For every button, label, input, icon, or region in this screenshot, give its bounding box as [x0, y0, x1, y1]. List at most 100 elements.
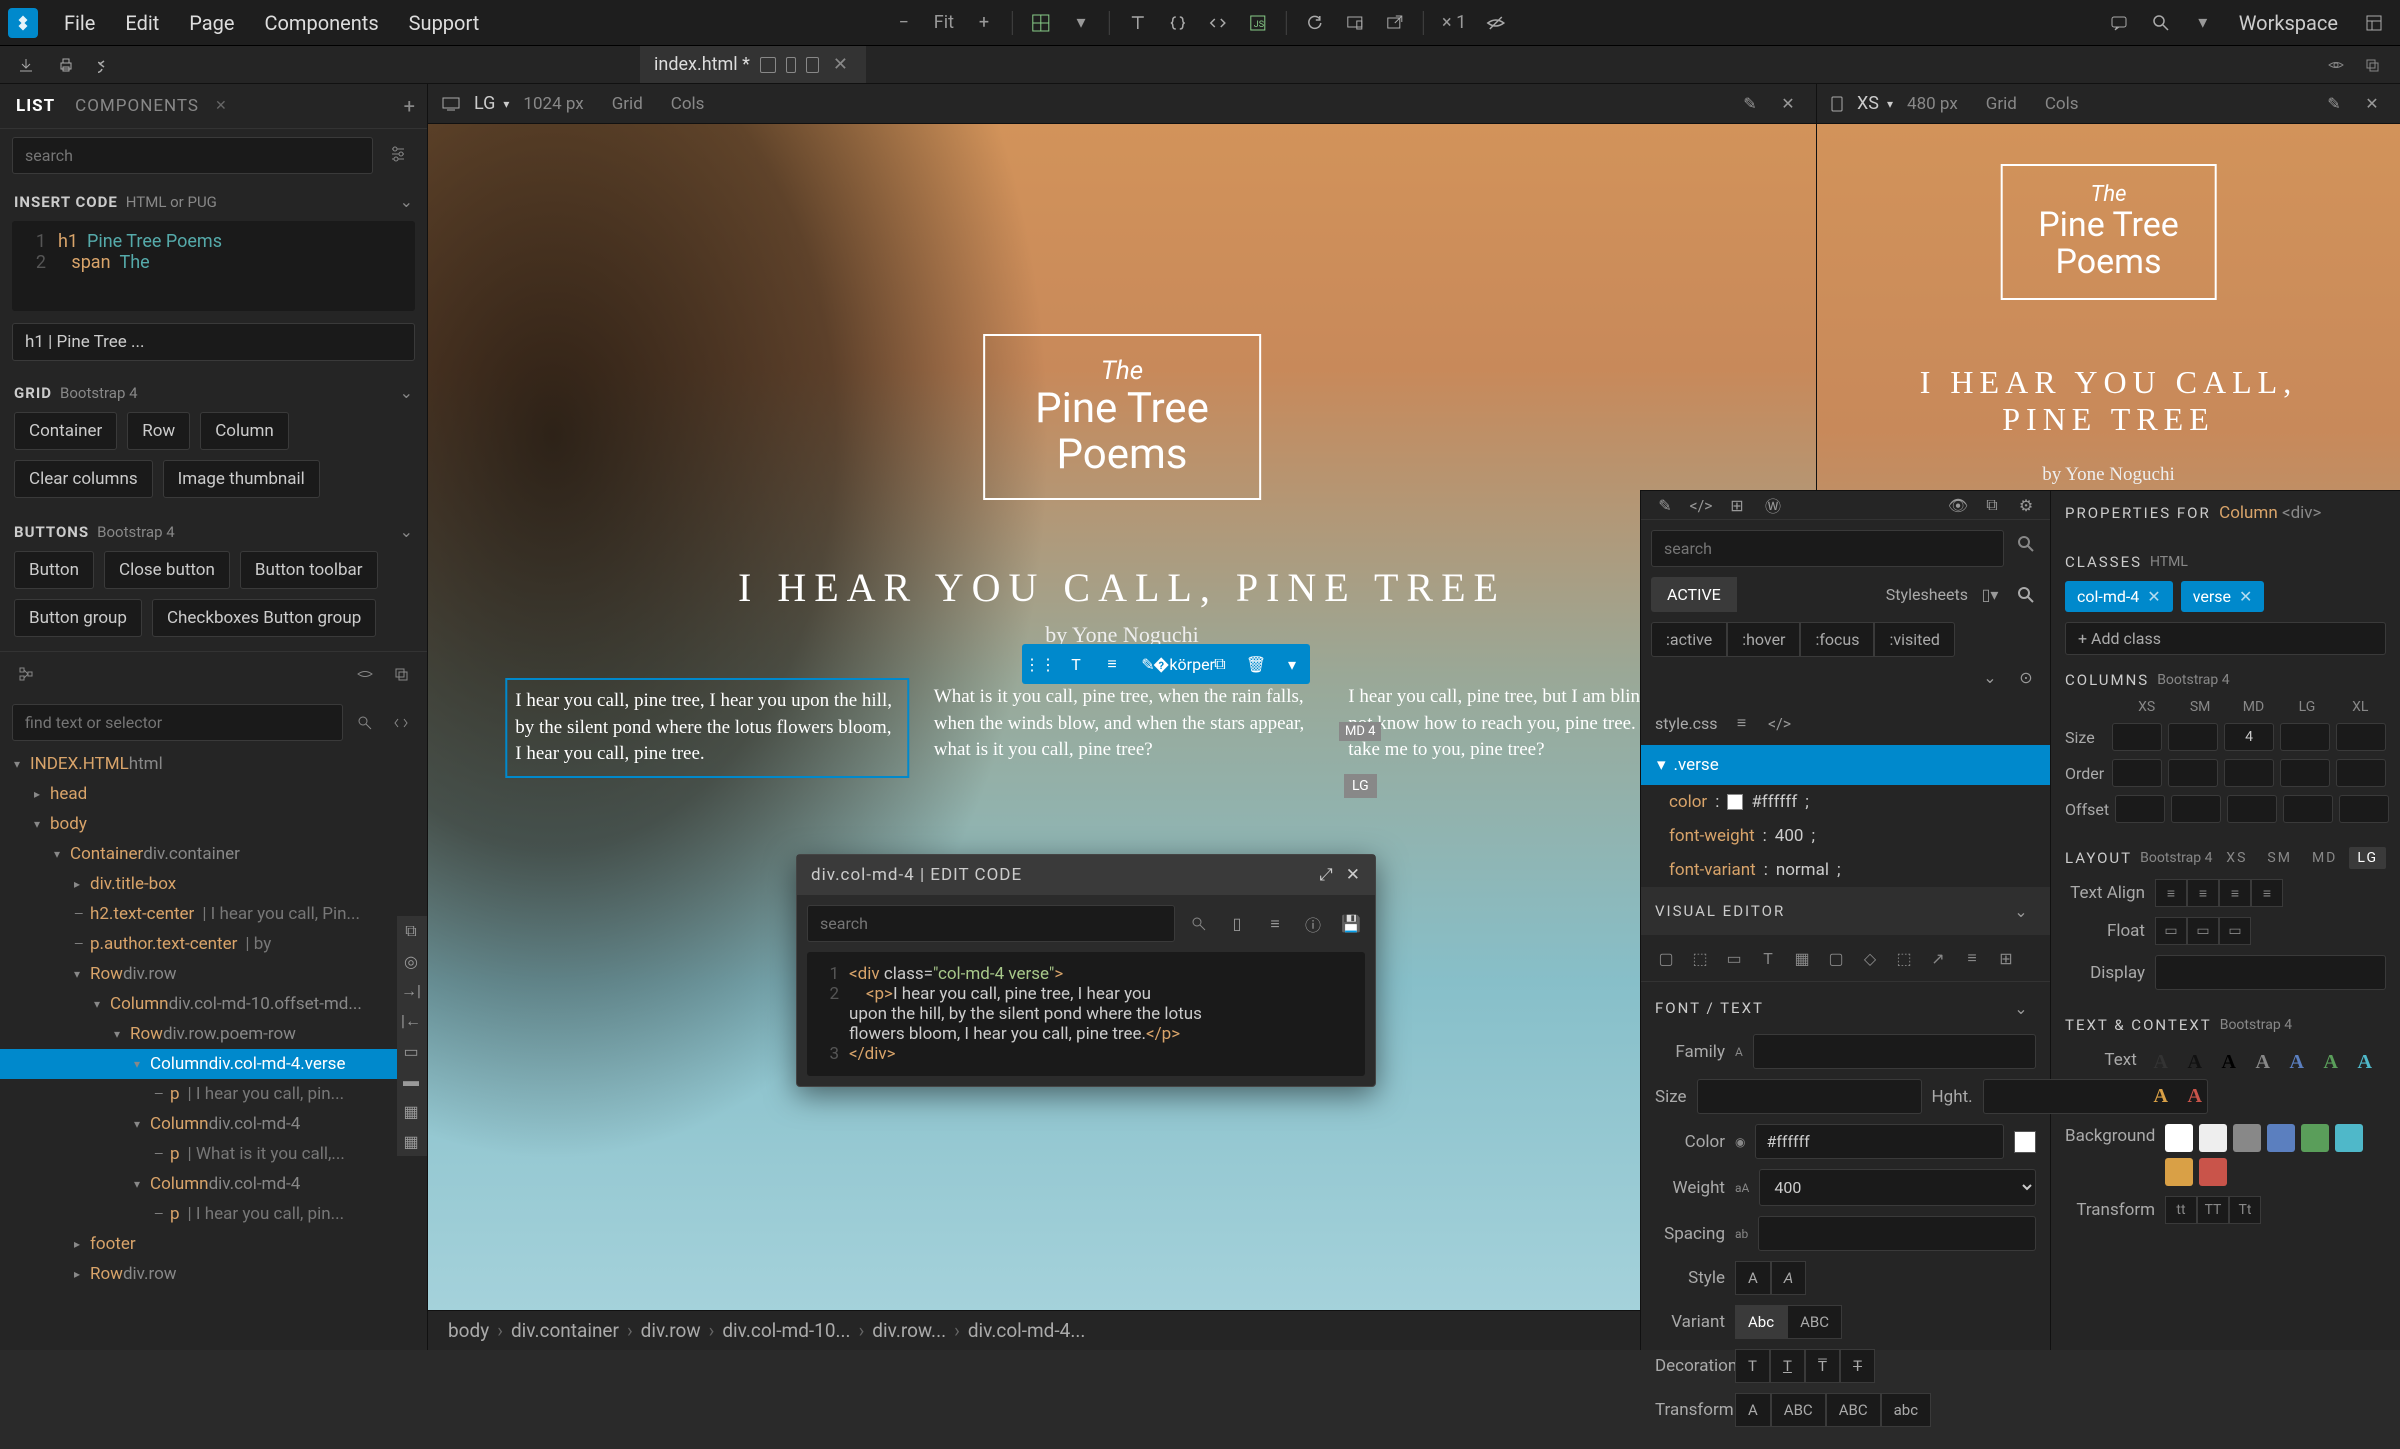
- columns-icon[interactable]: ▭: [397, 1036, 425, 1066]
- text-color-swatch[interactable]: A: [2181, 1048, 2209, 1076]
- text-color-swatch[interactable]: A: [2181, 1082, 2209, 1110]
- button-chip[interactable]: Close button: [104, 551, 230, 589]
- grid-dropdown[interactable]: ▾: [1063, 5, 1099, 41]
- menu-icon[interactable]: ≡: [1728, 709, 1756, 737]
- grid-size-input[interactable]: [2224, 723, 2274, 751]
- breadcrumb[interactable]: body: [448, 1319, 489, 1342]
- breadcrumb[interactable]: div.row...: [872, 1319, 946, 1342]
- tree-item[interactable]: ▾Column div.col-md-4.verse: [0, 1049, 427, 1079]
- code-icon[interactable]: [387, 709, 415, 737]
- code-tool-button[interactable]: [1200, 5, 1236, 41]
- float-none-button[interactable]: ▭: [2187, 917, 2219, 945]
- stylesheets-label[interactable]: Stylesheets: [1886, 585, 1968, 604]
- expand-icon[interactable]: ⤢: [1319, 865, 1334, 885]
- remove-class-icon[interactable]: ✕: [2239, 587, 2252, 606]
- tree-item[interactable]: —p.author.text-center | by: [0, 929, 427, 959]
- class-chip[interactable]: verse ✕: [2181, 581, 2265, 612]
- bg-color-swatch[interactable]: [2233, 1124, 2261, 1152]
- drag-handle-icon[interactable]: ⋮⋮: [1022, 644, 1058, 684]
- grid-toggle[interactable]: Grid: [612, 94, 643, 114]
- css-property[interactable]: font-weight: 400;: [1641, 819, 2050, 853]
- tree-item[interactable]: ▾Column div.col-md-4: [0, 1109, 427, 1139]
- ve-shadow-icon[interactable]: ▢: [1821, 943, 1851, 973]
- zoom-fit-button[interactable]: Fit: [926, 12, 962, 33]
- bookmark-icon[interactable]: ▯: [1223, 910, 1251, 938]
- tree-item[interactable]: —p | I hear you call, pin...: [0, 1199, 427, 1229]
- decoration-strike-button[interactable]: T: [1840, 1349, 1875, 1383]
- viewport-lg-label[interactable]: LG: [474, 93, 495, 114]
- text-color-swatch[interactable]: A: [2283, 1048, 2311, 1076]
- code-icon[interactable]: </>: [1766, 709, 1794, 737]
- close-viewport-icon[interactable]: ✕: [1774, 90, 1802, 118]
- close-viewport-icon[interactable]: ✕: [2358, 90, 2386, 118]
- row-icon[interactable]: ▬: [397, 1066, 425, 1096]
- grid-2-icon[interactable]: ▦: [397, 1096, 425, 1126]
- css-rule[interactable]: ▾ .verse: [1641, 745, 2050, 785]
- tree-item[interactable]: ▸div.title-box: [0, 869, 427, 899]
- layout-bp-tab[interactable]: LG: [2349, 847, 2386, 869]
- breadcrumb[interactable]: div.col-md-10...: [722, 1319, 850, 1342]
- brush-icon[interactable]: ✎: [2320, 90, 2348, 118]
- device-button[interactable]: [1337, 5, 1373, 41]
- variant-smallcaps-button[interactable]: ABC: [1787, 1305, 1842, 1339]
- grid-size-input[interactable]: [2336, 723, 2386, 751]
- tab-components[interactable]: COMPONENTS: [71, 90, 203, 122]
- align-center-button[interactable]: ≡: [2187, 879, 2219, 907]
- active-state-button[interactable]: ACTIVE: [1651, 577, 1737, 612]
- tab-components-close-icon[interactable]: ✕: [215, 98, 227, 114]
- search-icon[interactable]: [1185, 910, 1213, 938]
- style-normal-button[interactable]: A: [1735, 1261, 1771, 1295]
- zoom-in-button[interactable]: +: [966, 5, 1002, 41]
- eye-icon[interactable]: 👁: [1944, 491, 1972, 519]
- decoration-overline-button[interactable]: T̅: [1805, 1349, 1840, 1383]
- js-tool-button[interactable]: JS: [1240, 5, 1276, 41]
- grid-size-input[interactable]: [2168, 759, 2218, 787]
- css-property[interactable]: font-variant: normal;: [1641, 853, 2050, 887]
- pseudo-chip[interactable]: :hover: [1727, 622, 1800, 657]
- verse-1[interactable]: I hear you call, pine tree, I hear you u…: [511, 684, 903, 772]
- grid-size-input[interactable]: [2115, 795, 2165, 823]
- text-color-swatch[interactable]: A: [2215, 1048, 2243, 1076]
- search-icon[interactable]: [351, 709, 379, 737]
- transform-caps-button[interactable]: ABC: [1771, 1393, 1826, 1427]
- eye-icon[interactable]: [2322, 51, 2350, 79]
- text-edit-icon[interactable]: T: [1058, 644, 1094, 684]
- color-swatch[interactable]: [2014, 1131, 2036, 1153]
- cols-toggle[interactable]: Cols: [2045, 94, 2079, 114]
- layout-bp-tab[interactable]: SM: [2259, 847, 2300, 869]
- tt-upper-button[interactable]: TT: [2197, 1196, 2229, 1224]
- ve-box-icon[interactable]: ▭: [1719, 943, 1749, 973]
- tt-lower-button[interactable]: tt: [2165, 1196, 2197, 1224]
- decoration-none-button[interactable]: T: [1735, 1349, 1770, 1383]
- add-class-button[interactable]: + Add class: [2065, 622, 2386, 655]
- grid-size-input[interactable]: [2280, 723, 2330, 751]
- transform-upper-button[interactable]: ABC: [1826, 1393, 1881, 1427]
- search-dropdown[interactable]: ▾: [2185, 5, 2221, 41]
- duplicate-icon[interactable]: ⧉: [397, 916, 425, 946]
- close-icon[interactable]: ✕: [1346, 865, 1361, 885]
- display-input[interactable]: [2155, 955, 2386, 990]
- css-tool-button[interactable]: [1160, 5, 1196, 41]
- align-icon[interactable]: ≡: [1094, 644, 1130, 684]
- tree-item[interactable]: —p | I hear you call, pin...: [0, 1079, 427, 1109]
- bg-color-swatch[interactable]: [2165, 1158, 2193, 1186]
- element-display-input[interactable]: [12, 323, 415, 361]
- copy-icon[interactable]: ⧉: [1978, 491, 2006, 519]
- float-left-button[interactable]: ▭: [2155, 917, 2187, 945]
- bg-color-swatch[interactable]: [2165, 1124, 2193, 1152]
- breadcrumb[interactable]: div.col-md-4...: [968, 1319, 1086, 1342]
- ve-border-icon[interactable]: ▦: [1787, 943, 1817, 973]
- text-tool-button[interactable]: [1120, 5, 1156, 41]
- grid-chip[interactable]: Image thumbnail: [163, 460, 320, 498]
- move-left-icon[interactable]: |←: [397, 1006, 425, 1036]
- ve-text-icon[interactable]: ⬚: [1685, 943, 1715, 973]
- style-search-input[interactable]: [1651, 530, 2004, 567]
- grid-size-input[interactable]: [2112, 723, 2162, 751]
- tree-item[interactable]: ▸Row div.row: [0, 1259, 427, 1289]
- ve-scale-icon[interactable]: ↗: [1923, 943, 1953, 973]
- mobile-view-icon[interactable]: [786, 57, 796, 73]
- menu-components[interactable]: Components: [251, 3, 393, 43]
- menu-page[interactable]: Page: [175, 3, 248, 43]
- ve-transform-icon[interactable]: ◇: [1855, 943, 1885, 973]
- tree-item[interactable]: ▸head: [0, 779, 427, 809]
